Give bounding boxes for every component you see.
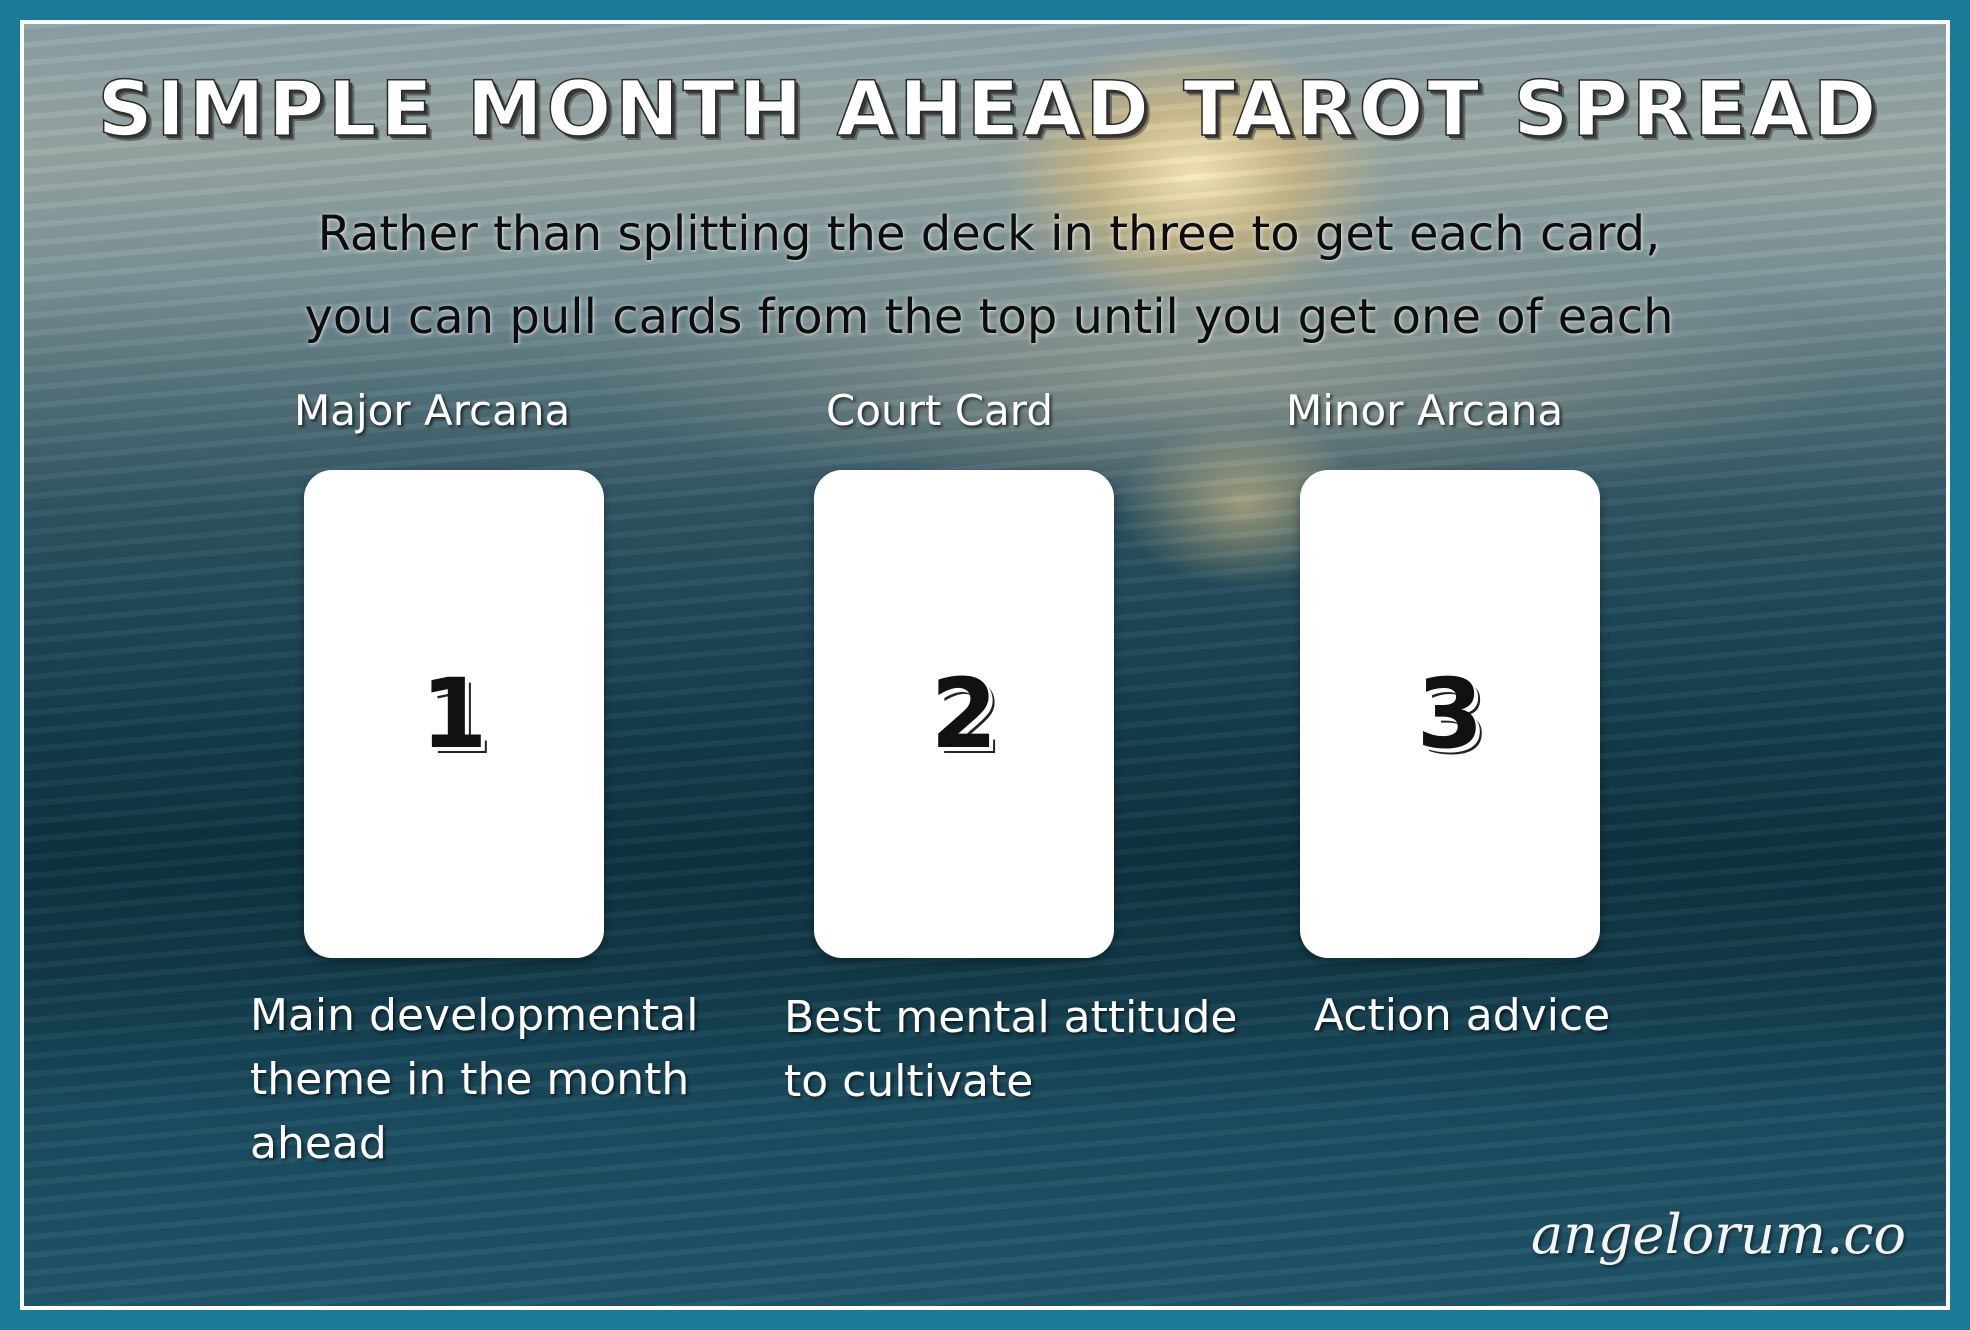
description-line: ahead <box>250 1118 387 1169</box>
position-description-3: Action advice <box>1314 984 1610 1048</box>
card-1: 1 <box>304 470 604 958</box>
description-line: Action advice <box>1314 990 1611 1041</box>
description-line: theme in the month <box>250 1054 690 1105</box>
outer-frame: Simple Month Ahead Tarot Spread Rather t… <box>0 0 1970 1330</box>
description-line: Main developmental <box>250 990 699 1041</box>
subtitle-line-1: Rather than splitting the deck in three … <box>317 206 1661 262</box>
subtitle-line-2: you can pull cards from the top until yo… <box>304 289 1674 345</box>
brand-watermark: angelorum.co <box>1531 1203 1906 1266</box>
position-label-3: Minor Arcana <box>1286 386 1564 435</box>
position-label-2: Court Card <box>826 386 1053 435</box>
card-number-1: 1 <box>420 658 488 770</box>
description-line: to cultivate <box>784 1056 1034 1107</box>
position-description-1: Main developmental theme in the month ah… <box>250 984 698 1176</box>
image-panel: Simple Month Ahead Tarot Spread Rather t… <box>20 20 1950 1310</box>
card-number-2: 2 <box>930 658 998 770</box>
position-label-1: Major Arcana <box>294 386 571 435</box>
position-description-2: Best mental attitude to cultivate <box>784 986 1238 1114</box>
card-2: 2 <box>814 470 1114 958</box>
card-3: 3 <box>1300 470 1600 958</box>
card-number-3: 3 <box>1416 658 1484 770</box>
spread-title: Simple Month Ahead Tarot Spread <box>97 63 1881 154</box>
description-line: Best mental attitude <box>784 992 1238 1043</box>
